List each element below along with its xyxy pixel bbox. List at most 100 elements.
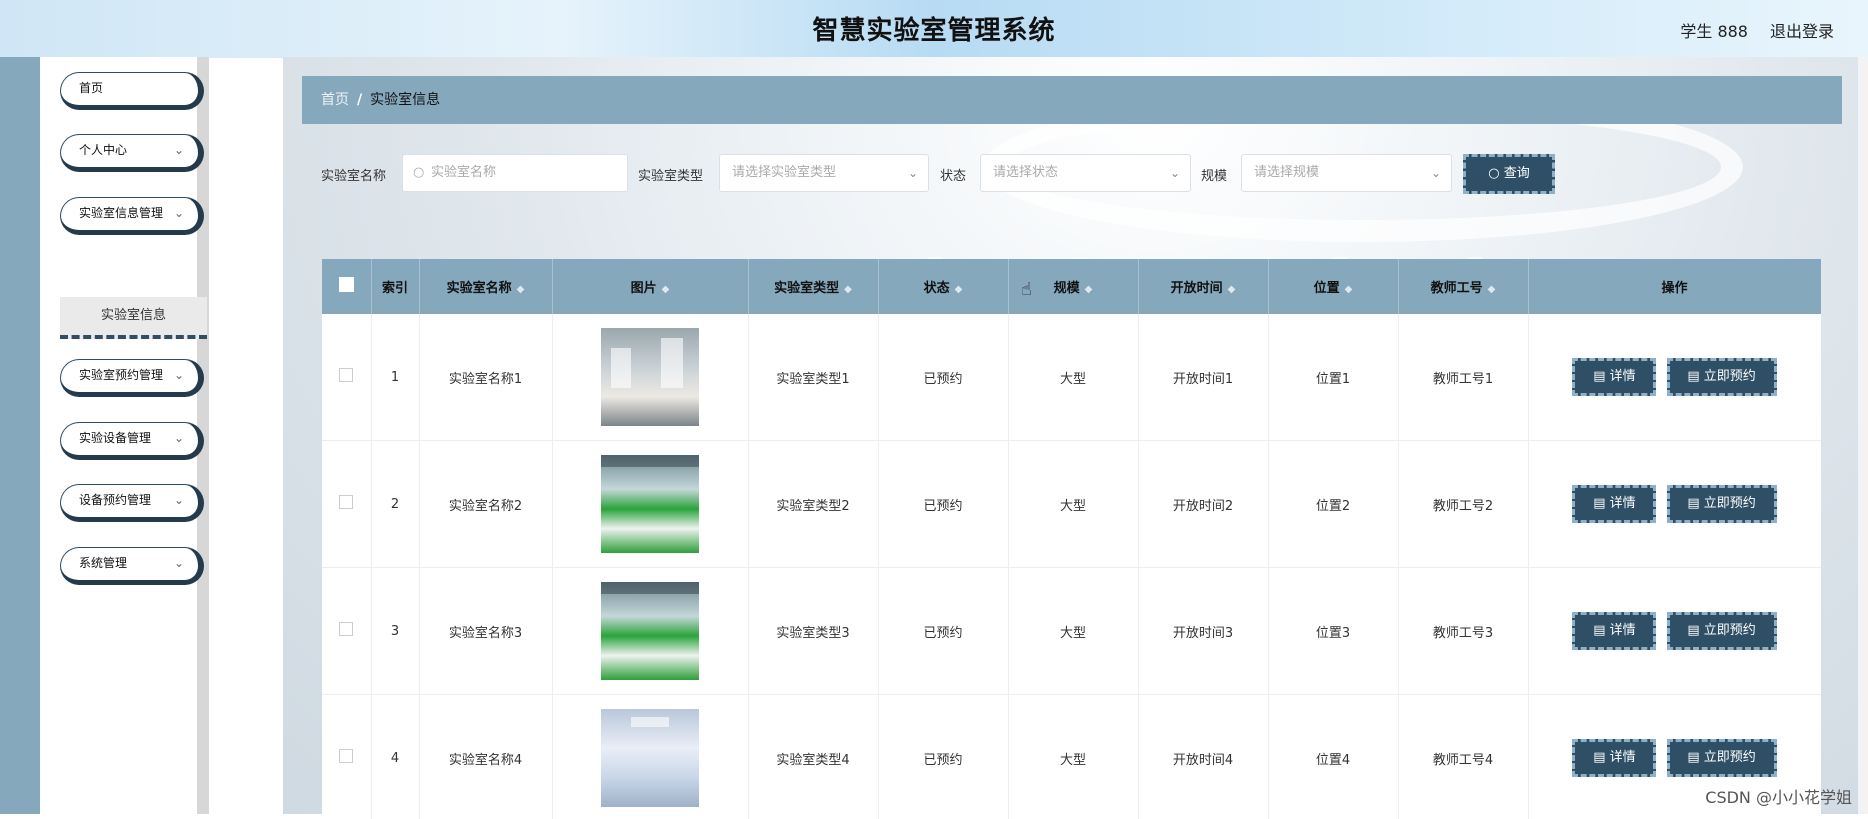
sort-icon[interactable]: ◆ xyxy=(1228,284,1236,295)
row-scale: 大型 xyxy=(1008,695,1138,819)
row-teacher-id: 教师工号4 xyxy=(1398,695,1528,819)
lab-name-label: 实验室名称 xyxy=(321,165,386,184)
status-placeholder: 请选择状态 xyxy=(993,165,1058,180)
table-row: 4 实验室名称4 实验室类型4 已预约 大型 开放时间4 位置4 教师工号4 ▤… xyxy=(322,695,1821,819)
row-status: 已预约 xyxy=(878,568,1008,695)
scale-select[interactable]: 请选择规模 ⌄ xyxy=(1241,154,1452,192)
lab-name-input[interactable]: ○ 实验室名称 xyxy=(402,154,628,192)
column-header-open-time[interactable]: 开放时间◆ xyxy=(1138,259,1268,314)
chevron-down-icon: ⌄ xyxy=(174,423,184,453)
sort-icon[interactable]: ◆ xyxy=(1488,284,1496,295)
sort-icon[interactable]: ◆ xyxy=(662,284,670,295)
document-icon: ▤ xyxy=(1593,369,1609,384)
row-lab-name: 实验室名称3 xyxy=(419,568,552,695)
sidebar-item-label: 首页 xyxy=(79,81,103,95)
row-scale: 大型 xyxy=(1008,441,1138,568)
sidebar-item-equipment-management[interactable]: 实验设备管理 ⌄ xyxy=(60,422,204,460)
column-header-location[interactable]: 位置◆ xyxy=(1268,259,1398,314)
lab-image[interactable] xyxy=(601,582,699,680)
chevron-down-icon: ⌄ xyxy=(174,198,184,228)
row-location: 位置1 xyxy=(1268,314,1398,441)
book-now-button[interactable]: ▤ 立即预约 xyxy=(1667,358,1777,396)
status-select[interactable]: 请选择状态 ⌄ xyxy=(980,154,1191,192)
lab-image[interactable] xyxy=(601,328,699,426)
lab-image[interactable] xyxy=(601,709,699,807)
sidebar-item-lab-booking-management[interactable]: 实验室预约管理 ⌄ xyxy=(60,359,204,397)
column-header-teacher-id[interactable]: 教师工号◆ xyxy=(1398,259,1528,314)
sidebar-subitem-lab-info[interactable]: 实验室信息 xyxy=(60,297,207,339)
search-icon: ○ xyxy=(1488,166,1503,181)
sort-icon[interactable]: ◆ xyxy=(1345,284,1353,295)
document-icon: ▤ xyxy=(1687,369,1703,384)
document-icon: ▤ xyxy=(1593,496,1609,511)
row-status: 已预约 xyxy=(878,695,1008,819)
table-row: 3 实验室名称3 实验室类型3 已预约 大型 开放时间3 位置3 教师工号3 ▤… xyxy=(322,568,1821,695)
row-open-time: 开放时间4 xyxy=(1138,695,1268,819)
detail-button[interactable]: ▤ 详情 xyxy=(1572,612,1656,650)
table-header-row: 索引 实验室名称◆ 图片◆ 实验室类型◆ 状态◆ 规模◆ 开放时间◆ 位置◆ 教… xyxy=(322,259,1821,314)
lab-name-placeholder: 实验室名称 xyxy=(431,165,496,180)
row-checkbox[interactable] xyxy=(339,368,353,382)
sort-icon[interactable]: ◆ xyxy=(955,284,963,295)
detail-button[interactable]: ▤ 详情 xyxy=(1572,358,1656,396)
breadcrumb-separator: / xyxy=(357,92,362,108)
chevron-down-icon: ⌄ xyxy=(174,485,184,515)
sort-icon[interactable]: ◆ xyxy=(844,284,852,295)
column-header-type[interactable]: 实验室类型◆ xyxy=(748,259,878,314)
row-index: 1 xyxy=(371,314,419,441)
top-header: 智慧实验室管理系统 学生 888 退出登录 xyxy=(0,0,1868,58)
logout-link[interactable]: 退出登录 xyxy=(1770,18,1834,42)
breadcrumb-home[interactable]: 首页 xyxy=(321,92,349,108)
select-all-header[interactable] xyxy=(322,259,371,314)
chevron-down-icon: ⌄ xyxy=(908,155,918,191)
row-status: 已预约 xyxy=(878,441,1008,568)
chevron-down-icon: ⌄ xyxy=(174,548,184,578)
query-button-label: 查询 xyxy=(1504,166,1530,181)
detail-button[interactable]: ▤ 详情 xyxy=(1572,739,1656,777)
lab-type-select[interactable]: 请选择实验室类型 ⌄ xyxy=(719,154,929,192)
column-header-image[interactable]: 图片◆ xyxy=(552,259,748,314)
select-all-checkbox[interactable] xyxy=(339,277,354,292)
sort-icon[interactable]: ◆ xyxy=(517,284,525,295)
table-row: 1 实验室名称1 实验室类型1 已预约 大型 开放时间1 位置1 教师工号1 ▤… xyxy=(322,314,1821,441)
table-row: 2 实验室名称2 实验室类型2 已预约 大型 开放时间2 位置2 教师工号2 ▤… xyxy=(322,441,1821,568)
book-now-button[interactable]: ▤ 立即预约 xyxy=(1667,739,1777,777)
sidebar-item-equipment-booking-management[interactable]: 设备预约管理 ⌄ xyxy=(60,484,204,522)
lab-type-label: 实验室类型 xyxy=(638,165,703,184)
sort-icon[interactable]: ◆ xyxy=(1085,284,1093,295)
row-scale: 大型 xyxy=(1008,314,1138,441)
book-now-button[interactable]: ▤ 立即预约 xyxy=(1667,485,1777,523)
query-button[interactable]: ○ 查询 xyxy=(1463,154,1555,194)
chevron-down-icon: ⌄ xyxy=(174,135,184,165)
column-header-status[interactable]: 状态◆ xyxy=(878,259,1008,314)
document-icon: ▤ xyxy=(1593,623,1609,638)
row-location: 位置4 xyxy=(1268,695,1398,819)
sidebar-item-lab-info-management[interactable]: 实验室信息管理 ⌄ xyxy=(60,197,204,235)
row-lab-type: 实验室类型3 xyxy=(748,568,878,695)
sidebar-item-system-management[interactable]: 系统管理 ⌄ xyxy=(60,547,204,585)
sidebar-item-personal-center[interactable]: 个人中心 ⌄ xyxy=(60,134,204,172)
row-lab-type: 实验室类型4 xyxy=(748,695,878,819)
lab-table: 索引 实验室名称◆ 图片◆ 实验室类型◆ 状态◆ 规模◆ 开放时间◆ 位置◆ 教… xyxy=(322,259,1821,819)
current-user: 学生 888 xyxy=(1680,18,1748,42)
scrollbar[interactable] xyxy=(1858,57,1868,814)
breadcrumb: 首页/实验室信息 xyxy=(302,76,1842,124)
app-title: 智慧实验室管理系统 xyxy=(0,10,1868,47)
row-open-time: 开放时间2 xyxy=(1138,441,1268,568)
status-label: 状态 xyxy=(940,165,966,184)
chevron-down-icon: ⌄ xyxy=(174,360,184,390)
lab-image[interactable] xyxy=(601,455,699,553)
book-now-button[interactable]: ▤ 立即预约 xyxy=(1667,612,1777,650)
detail-button[interactable]: ▤ 详情 xyxy=(1572,485,1656,523)
row-checkbox[interactable] xyxy=(339,622,353,636)
search-icon: ○ xyxy=(413,155,424,191)
row-checkbox[interactable] xyxy=(339,749,353,763)
sidebar-item-home[interactable]: 首页 xyxy=(60,72,204,110)
row-location: 位置2 xyxy=(1268,441,1398,568)
document-icon: ▤ xyxy=(1593,750,1609,765)
row-teacher-id: 教师工号1 xyxy=(1398,314,1528,441)
row-checkbox[interactable] xyxy=(339,495,353,509)
column-header-name[interactable]: 实验室名称◆ xyxy=(419,259,552,314)
row-status: 已预约 xyxy=(878,314,1008,441)
sidebar-item-label: 实验室预约管理 xyxy=(79,368,163,382)
